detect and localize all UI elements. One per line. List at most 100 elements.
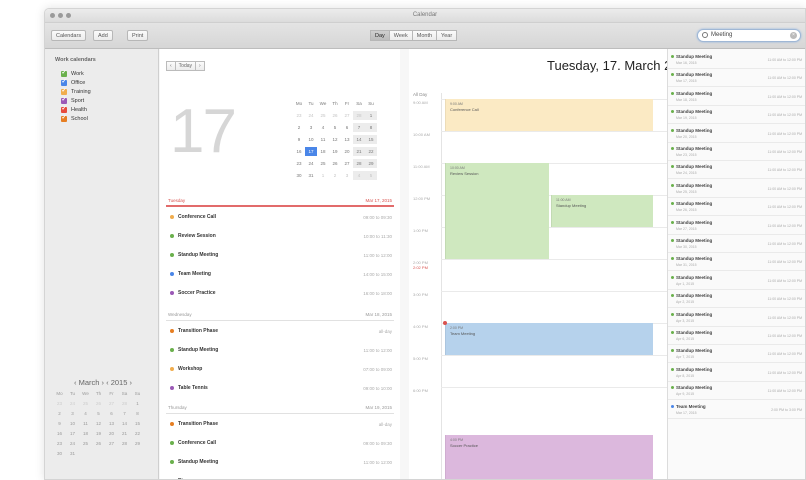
mini-day-cell[interactable]: 2: [53, 411, 66, 416]
month-day-cell[interactable]: 2: [293, 123, 305, 132]
checkbox-icon[interactable]: [61, 78, 67, 86]
day-event-block[interactable]: 11:00 AM Standup Meeting: [551, 195, 653, 227]
view-year-button[interactable]: Year: [436, 30, 458, 41]
calendar-item[interactable]: School: [61, 114, 91, 123]
mini-day-cell[interactable]: 19: [92, 431, 105, 436]
mini-day-cell[interactable]: 7: [118, 411, 131, 416]
month-day-cell[interactable]: 4: [353, 171, 365, 180]
month-day-cell[interactable]: 3: [305, 123, 317, 132]
agenda-event-row[interactable]: Standup Meeting 11:00 to 12:00: [170, 456, 392, 468]
month-day-cell[interactable]: 14: [353, 135, 365, 144]
calendars-button[interactable]: Calendars: [51, 30, 87, 41]
mini-day-cell[interactable]: 20: [105, 431, 118, 436]
add-button[interactable]: Add: [93, 30, 113, 41]
month-day-cell[interactable]: 16: [293, 147, 305, 156]
month-day-cell[interactable]: 29: [365, 159, 377, 168]
mini-day-cell[interactable]: 21: [118, 431, 131, 436]
clear-search-icon[interactable]: ×: [790, 32, 797, 39]
search-result-item[interactable]: Standup Meeting Mar 16, 2015 11:00 AM to 1…: [668, 51, 805, 69]
mini-day-cell[interactable]: 8: [131, 411, 144, 416]
agenda-event-row[interactable]: Standup Meeting 11:00 to 12:00: [170, 344, 392, 356]
month-day-cell[interactable]: 6: [341, 123, 353, 132]
month-day-cell[interactable]: 11: [317, 135, 329, 144]
mini-day-cell[interactable]: 25: [79, 401, 92, 406]
month-day-cell[interactable]: 9: [293, 135, 305, 144]
month-day-cell[interactable]: 12: [329, 135, 341, 144]
mini-day-cell[interactable]: 10: [66, 421, 79, 426]
agenda-event-row[interactable]: Transition Phase all-day: [170, 325, 392, 337]
mini-day-cell[interactable]: 27: [105, 401, 118, 406]
mini-day-cell[interactable]: 11: [79, 421, 92, 426]
mini-day-cell[interactable]: 12: [92, 421, 105, 426]
search-result-item[interactable]: Standup Meeting Mar 30, 2015 11:00 AM to 1…: [668, 235, 805, 253]
mini-day-cell[interactable]: 22: [131, 431, 144, 436]
month-day-cell[interactable]: 27: [341, 111, 353, 120]
month-day-cell[interactable]: 2: [329, 171, 341, 180]
month-day-cell[interactable]: 27: [341, 159, 353, 168]
search-result-item[interactable]: Standup Meeting Apr 3, 2015 11:00 AM to 12…: [668, 309, 805, 327]
checkbox-icon[interactable]: [61, 96, 67, 104]
mini-day-cell[interactable]: 16: [53, 431, 66, 436]
month-day-cell[interactable]: 26: [329, 111, 341, 120]
mini-day-cell[interactable]: 13: [105, 421, 118, 426]
agenda-event-row[interactable]: Conference Call 09:00 to 09:30: [170, 211, 392, 223]
month-day-cell[interactable]: 24: [305, 159, 317, 168]
month-day-cell[interactable]: 28: [353, 111, 365, 120]
mini-day-cell[interactable]: 25: [79, 441, 92, 446]
mini-day-cell[interactable]: 23: [53, 401, 66, 406]
month-day-cell[interactable]: 28: [353, 159, 365, 168]
mini-calendar-month[interactable]: ‹ March ›: [74, 378, 104, 387]
month-day-cell[interactable]: 23: [293, 111, 305, 120]
agenda-event-row[interactable]: Review Session 10:00 to 11:30: [170, 230, 392, 242]
mini-day-cell[interactable]: 28: [118, 441, 131, 446]
search-result-item[interactable]: Standup Meeting Apr 7, 2015 11:00 AM to 12…: [668, 345, 805, 364]
month-day-cell[interactable]: 4: [317, 123, 329, 132]
agenda-event-row[interactable]: Standup Meeting 11:00 to 12:00: [170, 249, 392, 261]
search-result-item[interactable]: Standup Meeting Apr 2, 2015 11:00 AM to 12…: [668, 290, 805, 309]
mini-day-cell[interactable]: 27: [105, 441, 118, 446]
print-button[interactable]: Print: [127, 30, 149, 41]
mini-day-cell[interactable]: 4: [79, 411, 92, 416]
mini-day-cell[interactable]: 30: [53, 451, 66, 456]
mini-day-cell[interactable]: 14: [118, 421, 131, 426]
search-result-item[interactable]: Standup Meeting Mar 31, 2015 11:00 AM to 1…: [668, 253, 805, 272]
agenda-event-row[interactable]: Workshop 07:00 to 09:00: [170, 363, 392, 375]
month-day-cell[interactable]: 30: [293, 171, 305, 180]
month-day-cell[interactable]: 17: [305, 147, 317, 156]
search-result-item[interactable]: Standup Meeting Mar 26, 2015 11:00 AM to 1…: [668, 198, 805, 217]
search-result-item[interactable]: Standup Meeting Mar 25, 2015 11:00 AM to 1…: [668, 180, 805, 198]
agenda-event-row[interactable]: Soccer Practice 16:00 to 18:00: [170, 287, 392, 299]
agenda-event-row[interactable]: Team Meeting 14:00 to 15:00: [170, 268, 392, 280]
search-result-item[interactable]: Standup Meeting Mar 27, 2015 11:00 AM to 1…: [668, 217, 805, 235]
month-day-cell[interactable]: 26: [329, 159, 341, 168]
day-event-block[interactable]: 2:00 PM Team Meeting: [445, 323, 653, 355]
search-result-item[interactable]: Standup Meeting Mar 18, 2015 11:00 AM to 1…: [668, 88, 805, 106]
mini-day-cell[interactable]: 31: [66, 451, 79, 456]
mini-day-cell[interactable]: 15: [131, 421, 144, 426]
mini-calendar-year[interactable]: ‹ 2015 ›: [106, 378, 132, 387]
search-result-item[interactable]: Standup Meeting Apr 8, 2015 11:00 AM to 12…: [668, 364, 805, 382]
search-result-item[interactable]: Team Meeting Mar 17, 2015 2:00 PM to 3:00 …: [668, 401, 805, 419]
month-day-cell[interactable]: 23: [293, 159, 305, 168]
month-day-cell[interactable]: 1: [365, 111, 377, 120]
search-result-item[interactable]: Standup Meeting Mar 24, 2015 11:00 AM to 1…: [668, 161, 805, 180]
checkbox-icon[interactable]: [61, 105, 67, 113]
mini-day-cell[interactable]: 3: [66, 411, 79, 416]
mini-day-cell[interactable]: 24: [66, 401, 79, 406]
agenda-event-row[interactable]: Table Tennis 09:00 to 10:00: [170, 382, 392, 394]
search-result-item[interactable]: Standup Meeting Mar 20, 2015 11:00 AM to 1…: [668, 125, 805, 143]
month-day-cell[interactable]: 18: [317, 147, 329, 156]
month-day-cell[interactable]: 5: [329, 123, 341, 132]
month-day-cell[interactable]: 3: [341, 171, 353, 180]
month-day-cell[interactable]: 21: [353, 147, 365, 156]
mini-day-cell[interactable]: 9: [53, 421, 66, 426]
mini-day-cell[interactable]: 18: [79, 431, 92, 436]
search-input[interactable]: Meeting: [711, 32, 732, 38]
view-month-button[interactable]: Month: [411, 30, 438, 41]
month-day-cell[interactable]: 25: [317, 159, 329, 168]
month-day-cell[interactable]: 8: [365, 123, 377, 132]
month-day-cell[interactable]: 31: [305, 171, 317, 180]
agenda-event-row[interactable]: Conference Call 09:00 to 09:30: [170, 437, 392, 449]
month-day-cell[interactable]: 24: [305, 111, 317, 120]
next-day-button[interactable]: ›: [195, 61, 205, 71]
